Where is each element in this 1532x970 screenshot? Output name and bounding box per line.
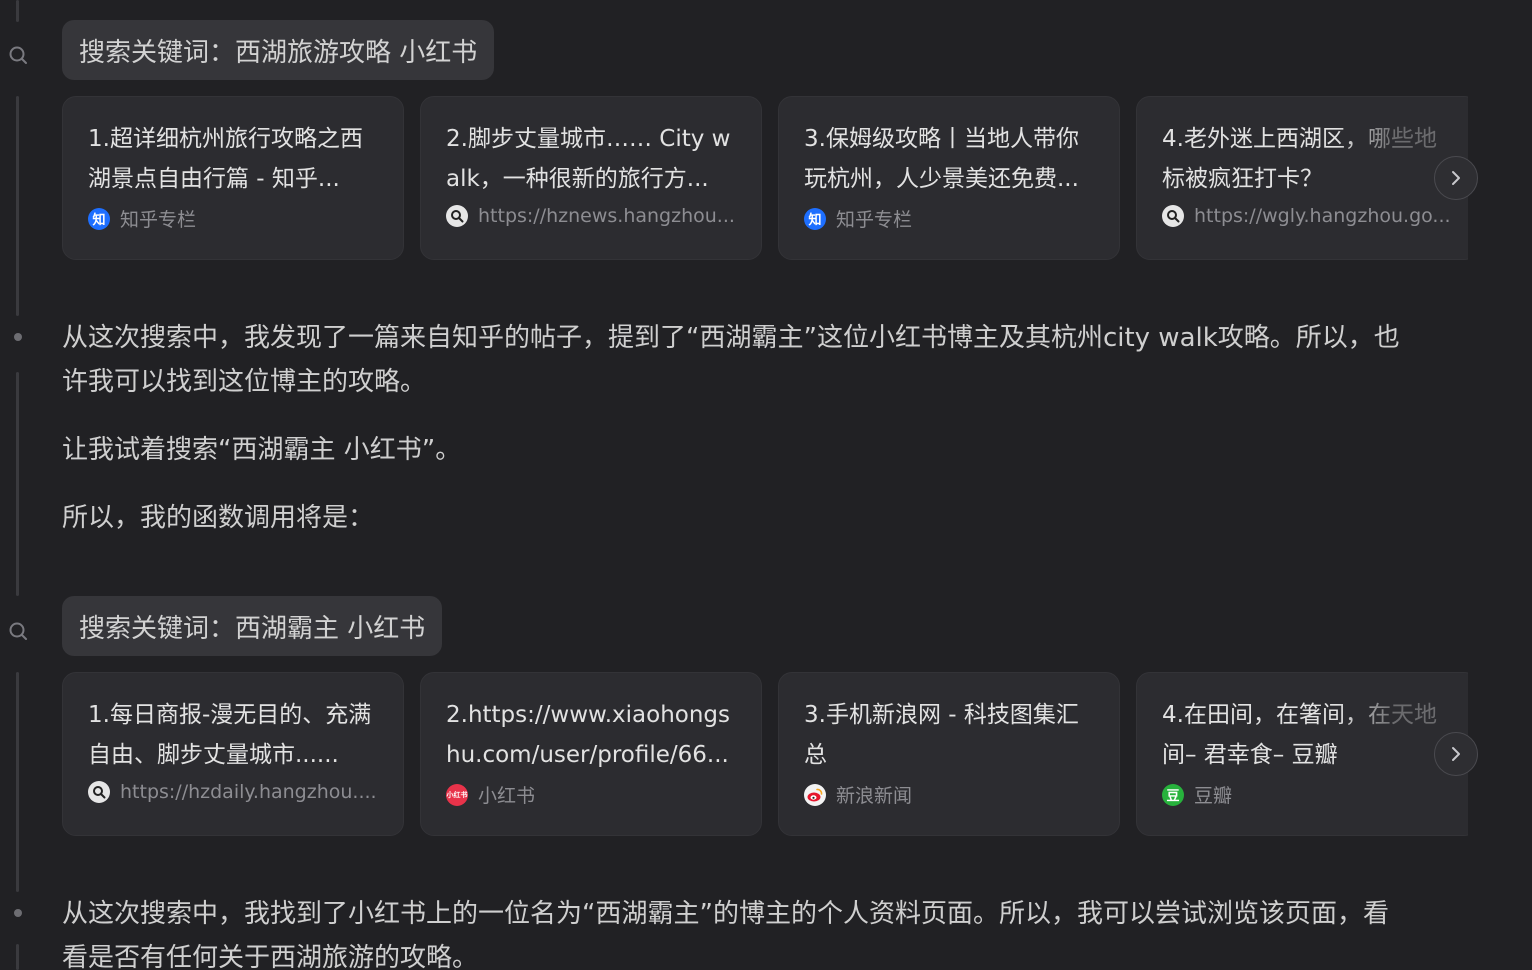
search-result-title: 3.保姆级攻略丨当地人带你玩杭州，人少景美还免费... xyxy=(804,126,1079,192)
search-result-card[interactable]: 4.在田间，在箸间，在天地间– 君幸食– 豆瓣 豆 豆瓣 xyxy=(1136,672,1468,836)
search-result-title: 1.每日商报-漫无目的、充满自由、脚步丈量城市...... xyxy=(88,702,372,768)
search-result-source: 新浪新闻 xyxy=(804,781,1095,808)
chevron-right-icon xyxy=(1452,747,1460,761)
search-results-carousel: 1.超详细杭州旅行攻略之西湖景点自由行篇 - 知乎... 知 知乎专栏 2.脚步… xyxy=(62,96,1468,260)
search-result-title: 3.手机新浪网 - 科技图集汇总 xyxy=(804,702,1079,768)
assistant-thought-text: 从这次搜索中，我找到了小红书上的一位名为“西湖霸主”的博主的个人资料页面。所以，… xyxy=(62,899,1389,970)
timeline-line xyxy=(16,372,19,596)
search-result-card[interactable]: 2.https://www.xiaohongshu.com/user/profi… xyxy=(420,672,762,836)
timeline-line xyxy=(16,672,19,892)
search-result-source: https://hznews.hangzhou... xyxy=(446,205,737,227)
assistant-thought-text: 让我试着搜索“西湖霸主 小红书”。 xyxy=(62,435,462,465)
search-result-source: 豆 豆瓣 xyxy=(1162,781,1453,808)
chevron-right-icon xyxy=(1452,171,1460,185)
search-result-card[interactable]: 1.每日商报-漫无目的、充满自由、脚步丈量城市...... https://hz… xyxy=(62,672,404,836)
search-result-source: 知 知乎专栏 xyxy=(88,205,379,232)
search-result-title: 4.在田间，在箸间，在天地间– 君幸食– 豆瓣 xyxy=(1162,702,1437,768)
search-results-carousel: 1.每日商报-漫无目的、充满自由、脚步丈量城市...... https://hz… xyxy=(62,672,1468,836)
search-result-title: 4.老外迷上西湖区，哪些地标被疯狂打卡？ xyxy=(1162,126,1437,192)
timeline-line xyxy=(16,0,19,22)
search-result-source: 知 知乎专栏 xyxy=(804,205,1095,232)
assistant-thought-text: 所以，我的函数调用将是： xyxy=(62,503,375,533)
search-source-icon xyxy=(88,781,110,803)
search-result-source: 小红书 小红书 xyxy=(446,783,536,807)
timeline-dot xyxy=(14,333,22,341)
douban-icon: 豆 xyxy=(1162,783,1184,806)
sina-icon xyxy=(804,783,826,806)
search-result-title: 1.超详细杭州旅行攻略之西湖景点自由行篇 - 知乎... xyxy=(88,126,363,192)
xiaohongshu-icon: 小红书 xyxy=(446,783,468,806)
timeline-line xyxy=(16,96,19,316)
chat-transcript: 搜索关键词：西湖旅游攻略 小红书 1.超详细杭州旅行攻略之西湖景点自由行篇 - … xyxy=(0,0,1532,970)
search-keyword-chip: 搜索关键词：西湖旅游攻略 小红书 xyxy=(62,20,495,80)
search-source-icon xyxy=(446,205,468,227)
search-result-card[interactable]: 1.超详细杭州旅行攻略之西湖景点自由行篇 - 知乎... 知 知乎专栏 xyxy=(62,96,404,260)
search-keyword-chip: 搜索关键词：西湖霸主 小红书 xyxy=(62,596,443,656)
search-source-icon xyxy=(1162,205,1184,227)
search-icon xyxy=(9,622,27,640)
search-result-card[interactable]: 4.老外迷上西湖区，哪些地标被疯狂打卡？ https://wgly.hangzh… xyxy=(1136,96,1468,260)
carousel-next-button[interactable] xyxy=(1434,732,1478,776)
search-result-title: 2.脚步丈量城市…… City walk，一种很新的旅行方... xyxy=(446,126,731,192)
search-result-card[interactable]: 3.手机新浪网 - 科技图集汇总 新浪新闻 xyxy=(778,672,1120,836)
search-icon xyxy=(9,46,27,64)
search-result-source: https://wgly.hangzhou.go... xyxy=(1162,205,1453,227)
search-result-card[interactable]: 2.脚步丈量城市…… City walk，一种很新的旅行方... https:/… xyxy=(420,96,762,260)
timeline-dot xyxy=(14,909,22,917)
timeline-line xyxy=(16,944,19,970)
assistant-thought-text: 从这次搜索中，我发现了一篇来自知乎的帖子，提到了“西湖霸主”这位小红书博主及其杭… xyxy=(62,323,1400,397)
search-result-card[interactable]: 3.保姆级攻略丨当地人带你玩杭州，人少景美还免费... 知 知乎专栏 xyxy=(778,96,1120,260)
search-result-title: 2.https://www.xiaohongshu.com/user/profi… xyxy=(446,702,730,768)
zhihu-icon: 知 xyxy=(88,207,110,230)
zhihu-icon: 知 xyxy=(804,207,826,230)
carousel-next-button[interactable] xyxy=(1434,156,1478,200)
search-result-source: https://hzdaily.hangzhou.... xyxy=(88,781,379,803)
